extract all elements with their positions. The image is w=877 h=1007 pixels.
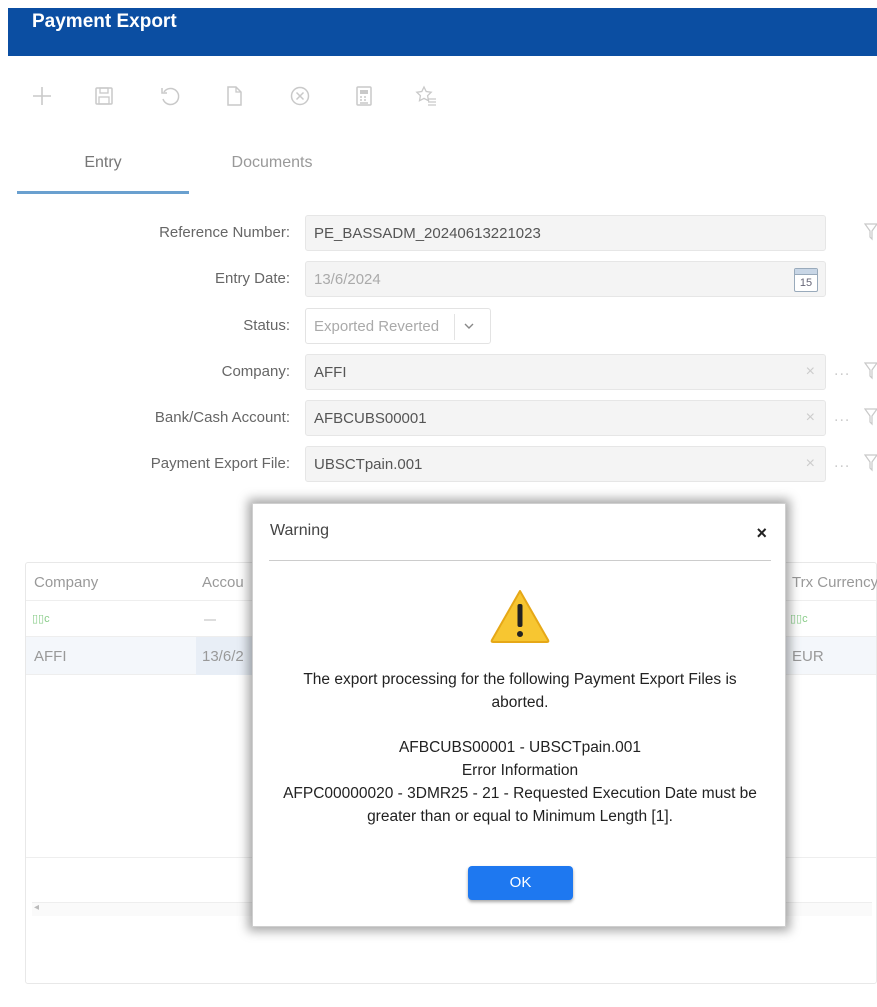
- status-select[interactable]: Exported Reverted: [305, 308, 491, 344]
- warning-dialog: Warning × The export processing for the …: [252, 503, 786, 927]
- document-icon: [227, 86, 242, 106]
- filter-cell-icon[interactable]: ▯▯c: [32, 612, 50, 625]
- bank-cash-account-row: Bank/Cash Account:: [0, 400, 290, 436]
- more-button[interactable]: ...: [834, 454, 850, 472]
- cancel-button[interactable]: [286, 82, 314, 110]
- save-button[interactable]: [90, 82, 118, 110]
- reference-number-label: Reference Number:: [159, 224, 290, 241]
- cell-account: 13/6/2: [202, 648, 244, 665]
- company-row: Company:: [0, 354, 290, 390]
- filter-cell-icon[interactable]: ▯▯c: [790, 612, 808, 625]
- favorite-button[interactable]: [412, 82, 440, 110]
- bank-cash-account-value: AFBCUBS00001: [314, 410, 427, 427]
- calculator-icon: [356, 86, 372, 106]
- plus-icon: [33, 87, 51, 105]
- company-label: Company:: [221, 363, 290, 380]
- tab-documents-label: Documents: [231, 154, 313, 171]
- chevron-down-icon[interactable]: [462, 316, 476, 339]
- cell-trx-currency: EUR: [792, 648, 824, 665]
- new-document-button[interactable]: [220, 82, 248, 110]
- entry-date-row: Entry Date:: [0, 261, 290, 297]
- error-details: AFBCUBS00001 - UBSCTpain.001 Error Infor…: [273, 736, 767, 828]
- column-header-trx-currency[interactable]: Trx Currency: [792, 574, 877, 591]
- star-list-icon: [415, 85, 436, 106]
- tab-documents[interactable]: Documents: [207, 150, 337, 194]
- filter-icon[interactable]: [864, 361, 877, 381]
- bank-cash-account-label: Bank/Cash Account:: [154, 409, 290, 426]
- warning-icon: [490, 590, 550, 643]
- calendar-icon[interactable]: 15: [794, 268, 818, 292]
- payment-export-file-row: Payment Export File:: [0, 446, 290, 482]
- clear-icon[interactable]: ×: [806, 409, 815, 427]
- tab-entry[interactable]: Entry: [17, 150, 189, 194]
- page-title: Payment Export: [32, 11, 177, 32]
- message-line: The export processing for the following …: [303, 671, 737, 688]
- select-divider: [454, 314, 455, 340]
- filter-equals-icon[interactable]: [204, 619, 216, 621]
- detail-heading: Error Information: [461, 762, 579, 779]
- status-row: Status:: [0, 308, 290, 344]
- dialog-message: The export processing for the following …: [273, 668, 767, 714]
- column-header-account[interactable]: Accou: [202, 574, 244, 591]
- entry-date-field[interactable]: 13/6/2024 15: [305, 261, 826, 297]
- error-line: AFPC00000020 - 3DMR25 - 21 - Requested E…: [283, 785, 757, 802]
- title-bar: Payment Export: [8, 8, 877, 56]
- message-line: aborted.: [491, 694, 549, 711]
- cancel-icon: [290, 86, 310, 106]
- payment-export-file-field[interactable]: UBSCTpain.001 ×: [305, 446, 826, 482]
- undo-icon: [161, 87, 180, 106]
- company-value: AFFI: [314, 364, 347, 381]
- reference-number-field[interactable]: PE_BASSADM_20240613221023: [305, 215, 826, 251]
- payment-export-file-value: UBSCTpain.001: [314, 456, 423, 473]
- add-button[interactable]: [28, 82, 56, 110]
- error-line: greater than or equal to Minimum Length …: [367, 808, 673, 825]
- reference-number-value: PE_BASSADM_20240613221023: [314, 225, 541, 242]
- filter-icon[interactable]: [864, 453, 877, 473]
- entry-date-value: 13/6/2024: [314, 271, 381, 288]
- reference-number-row: Reference Number:: [0, 215, 290, 251]
- filter-icon[interactable]: [864, 222, 877, 242]
- clear-icon[interactable]: ×: [806, 363, 815, 381]
- tab-entry-label: Entry: [84, 154, 122, 171]
- close-icon[interactable]: ×: [756, 523, 767, 544]
- clear-icon[interactable]: ×: [806, 455, 815, 473]
- cell-company: AFFI: [34, 648, 67, 665]
- dialog-divider: [269, 560, 771, 561]
- save-icon: [95, 87, 113, 105]
- company-field[interactable]: AFFI ×: [305, 354, 826, 390]
- status-label: Status:: [243, 317, 290, 334]
- filter-icon[interactable]: [864, 407, 877, 427]
- scroll-left-icon[interactable]: ◂: [34, 902, 39, 913]
- dialog-title: Warning: [270, 522, 329, 539]
- tab-bar: Entry Documents: [17, 150, 877, 194]
- column-header-company[interactable]: Company: [34, 574, 98, 591]
- calculate-button[interactable]: [350, 82, 378, 110]
- payment-export-file-label: Payment Export File:: [150, 455, 290, 472]
- bank-cash-account-field[interactable]: AFBCUBS00001 ×: [305, 400, 826, 436]
- detail-file: AFBCUBS00001 - UBSCTpain.001: [398, 739, 642, 756]
- more-button[interactable]: ...: [834, 408, 850, 426]
- entry-date-label: Entry Date:: [214, 270, 290, 287]
- ok-button[interactable]: OK: [468, 866, 573, 900]
- more-button[interactable]: ...: [834, 362, 850, 380]
- status-value: Exported Reverted: [314, 318, 440, 335]
- undo-button[interactable]: [156, 82, 184, 110]
- calendar-day: 15: [799, 277, 813, 289]
